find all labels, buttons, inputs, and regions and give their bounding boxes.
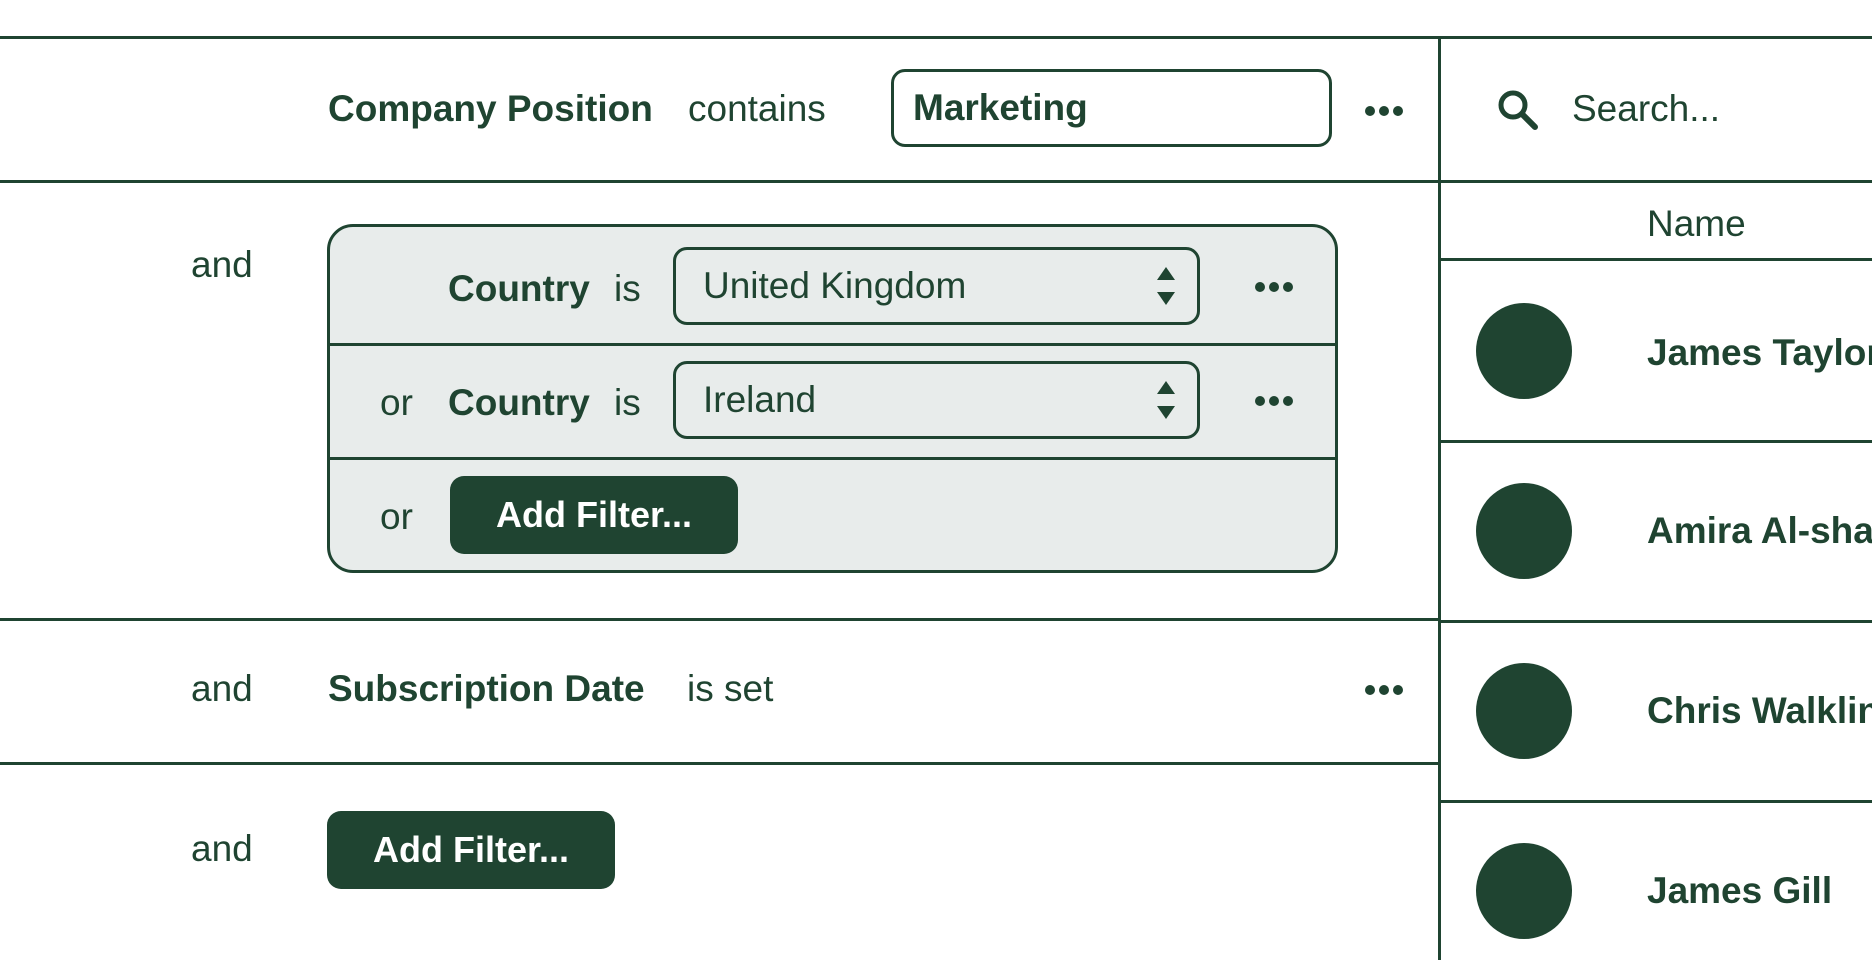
divider (1440, 258, 1872, 261)
avatar (1476, 663, 1572, 759)
group-divider (330, 457, 1335, 460)
column-header-name[interactable]: Name (1647, 203, 1746, 245)
filter-conjunction: or (380, 496, 413, 537)
person-name: James Taylor (1647, 332, 1872, 373)
filter-conjunction: and (191, 828, 253, 869)
filter-conjunction: and (191, 668, 253, 709)
divider (0, 762, 1440, 765)
search-input[interactable]: Search... (1572, 88, 1720, 130)
stepper-icon (1157, 267, 1175, 305)
filter-conjunction: or (380, 382, 413, 423)
filter-field-label: Company Position (328, 88, 653, 129)
add-filter-button[interactable]: Add Filter... (450, 476, 738, 554)
filter-conjunction: and (191, 244, 253, 285)
filter-value-input[interactable]: Marketing (891, 69, 1332, 147)
avatar (1476, 483, 1572, 579)
country-select-value: Ireland (703, 379, 817, 420)
filter-operator-label: contains (688, 88, 826, 129)
search-icon (1498, 90, 1538, 130)
filter-operator-label: is set (687, 668, 774, 709)
person-name: Chris Walkline (1647, 690, 1872, 731)
country-select[interactable]: United Kingdom (673, 247, 1200, 325)
divider (1440, 800, 1872, 803)
filter-operator-label: is (614, 382, 641, 423)
divider (1440, 180, 1872, 183)
divider (0, 618, 1440, 621)
country-select[interactable]: Ireland (673, 361, 1200, 439)
divider (0, 36, 1872, 39)
panel-divider (1438, 36, 1441, 960)
person-name: James Gill (1647, 870, 1833, 911)
avatar (1476, 303, 1572, 399)
more-icon[interactable] (1364, 105, 1404, 117)
filter-value-text: Marketing (913, 87, 1088, 128)
more-icon[interactable] (1254, 281, 1294, 293)
stepper-icon (1157, 381, 1175, 419)
filter-field-label: Subscription Date (328, 668, 645, 709)
country-select-value: United Kingdom (703, 265, 967, 306)
more-icon[interactable] (1254, 395, 1294, 407)
more-icon[interactable] (1364, 684, 1404, 696)
divider (1440, 440, 1872, 443)
group-divider (330, 343, 1335, 346)
add-filter-button[interactable]: Add Filter... (327, 811, 615, 889)
filter-field-label: Country (448, 268, 590, 309)
person-name: Amira Al-sha (1647, 510, 1872, 551)
filter-group: Country is United Kingdom or Country is … (327, 224, 1338, 573)
avatar (1476, 843, 1572, 939)
divider (0, 180, 1440, 183)
filter-field-label: Country (448, 382, 590, 423)
filter-operator-label: is (614, 268, 641, 309)
divider (1440, 620, 1872, 623)
